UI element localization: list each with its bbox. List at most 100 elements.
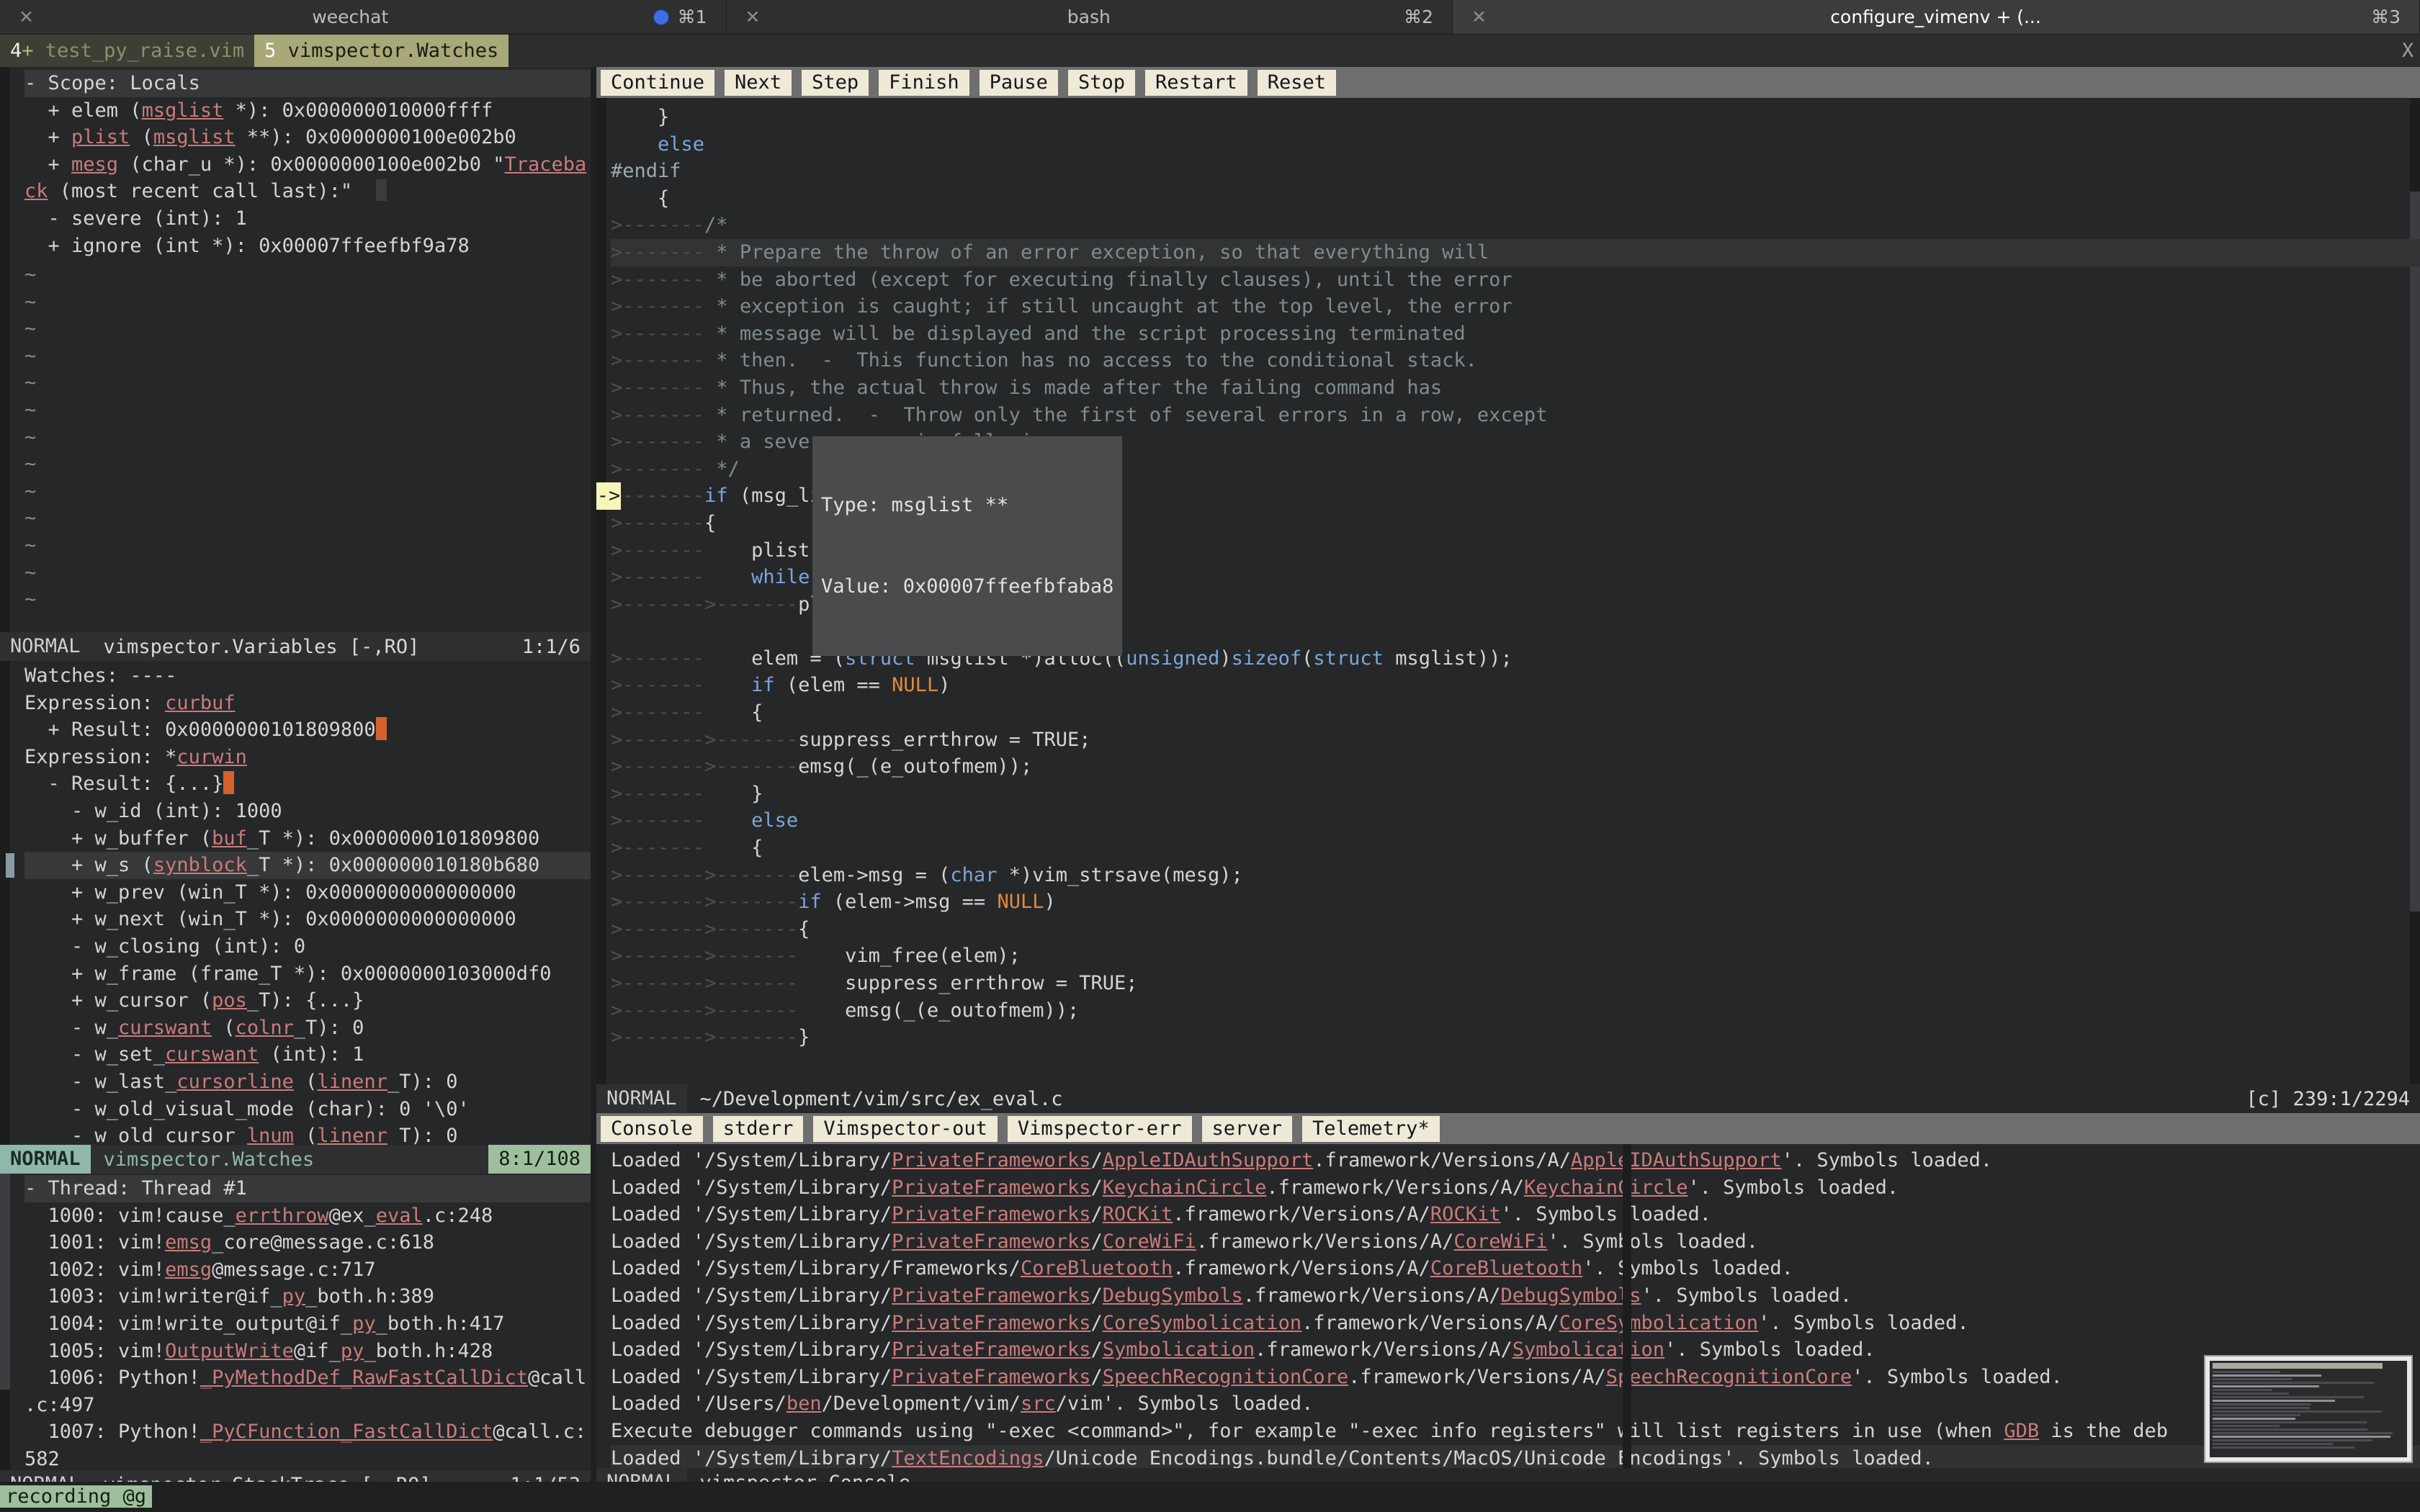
watch-row[interactable]: + w_next (win_T *): 0x0000000000000000 [24, 906, 591, 933]
continue-button[interactable]: Continue [601, 70, 714, 96]
source-line[interactable]: #endif [611, 158, 2420, 185]
source-line[interactable]: >------->-------{ [611, 916, 2420, 943]
restart-button[interactable]: Restart [1145, 70, 1247, 96]
step-button[interactable]: Step [802, 70, 869, 96]
source-line[interactable]: >------- * be aborted (except for execut… [611, 266, 2420, 294]
variable-row[interactable]: + mesg (char_u *): 0x0000000100e002b0 "T… [24, 151, 591, 179]
close-icon[interactable]: ✕ [745, 6, 774, 27]
source-line[interactable]: >------->-------} [611, 1024, 2420, 1051]
source-line[interactable]: >------- if (elem == NULL) [611, 672, 2420, 699]
watch-row[interactable]: + w_buffer (buf_T *): 0x0000000101809800 [24, 825, 591, 852]
watch-row[interactable]: + w_frame (frame_T *): 0x0000000103000df… [24, 960, 591, 988]
watch-row[interactable]: - w_set_curswant (int): 1 [24, 1041, 591, 1068]
terminal-tab-1[interactable]: ✕ bash ⌘2 [727, 0, 1453, 34]
stackframe-row[interactable]: 1000: vim!cause_errthrow@ex_eval.c:248 [24, 1202, 591, 1230]
vim-tab-2[interactable]: 5 vimspector.Watches [254, 35, 508, 67]
watch-row[interactable]: Watches: ---- [24, 662, 591, 690]
source-line[interactable]: { [611, 185, 2420, 212]
watch-row[interactable]: + w_s (synblock_T *): 0x000000010180b680 [24, 852, 591, 879]
source-line[interactable]: >------->------- vim_free(elem); [611, 942, 2420, 970]
stackframe-row[interactable]: - Thread: Thread #1 [24, 1175, 591, 1202]
stackframe-row[interactable]: 1002: vim!emsg@message.c:717 [24, 1256, 591, 1284]
watch-row[interactable]: - Result: {...} [24, 770, 591, 798]
watch-row[interactable]: Expression: *curwin [24, 744, 591, 771]
variable-row[interactable]: ck (most recent call last):" [24, 178, 591, 205]
vim-tab-1[interactable]: 4+ test_py_raise.vim [0, 35, 254, 67]
stackframe-row[interactable]: 1005: vim!OutputWrite@if_py_both.h:428 [24, 1338, 591, 1365]
source-line[interactable]: >------->-------if (elem->msg == NULL) [611, 888, 2420, 916]
stop-button[interactable]: Stop [1068, 70, 1135, 96]
variables-panel[interactable]: - Scope: Locals + elem (msglist *): 0x00… [0, 67, 591, 632]
variable-row[interactable]: - severe (int): 1 [24, 205, 591, 233]
source-line[interactable]: >------- * then. - This function has no … [611, 347, 2420, 374]
next-button[interactable]: Next [725, 70, 792, 96]
watch-row[interactable]: + Result: 0x0000000101809800 [24, 716, 591, 744]
stacktrace-panel[interactable]: - Thread: Thread #1 1000: vim!cause_errt… [0, 1174, 591, 1470]
source-line[interactable]: } [611, 104, 2420, 131]
stacktrace-scroll-thumb[interactable] [0, 1174, 10, 1390]
console-tab-vimspector-err[interactable]: Vimspector-err [1008, 1116, 1192, 1142]
source-line[interactable]: >------- * returned. - Throw only the fi… [611, 402, 2420, 429]
terminal-tab-2[interactable]: ✕ configure_vimenv + (... ⌘3 [1453, 0, 2420, 34]
source-line[interactable]: >------->-------emsg(_(e_outofmem)); [611, 753, 2420, 780]
source-line[interactable]: >------->------- emsg(_(e_outofmem)); [611, 997, 2420, 1025]
finish-button[interactable]: Finish [879, 70, 969, 96]
close-icon[interactable]: ✕ [1471, 6, 1500, 27]
watch-row[interactable]: - w_id (int): 1000 [24, 798, 591, 825]
text-span: - w_last_ [24, 1071, 176, 1093]
console-tab-server[interactable]: server [1202, 1116, 1293, 1142]
stackframe-row[interactable]: 1004: vim!write_output@if_py_both.h:417 [24, 1310, 591, 1338]
stackframe-row[interactable]: 1001: vim!emsg_core@message.c:618 [24, 1229, 591, 1256]
stackframe-row[interactable]: 582 [24, 1446, 591, 1470]
watch-row[interactable]: - w_last_cursorline (linenr_T): 0 [24, 1068, 591, 1096]
source-line[interactable]: >------->-------suppress_errthrow = TRUE… [611, 726, 2420, 754]
watches-scrollbar[interactable] [0, 661, 10, 1145]
reset-button[interactable]: Reset [1258, 70, 1336, 96]
pause-button[interactable]: Pause [980, 70, 1058, 96]
code-scrollbar[interactable] [596, 98, 606, 1084]
watch-row[interactable]: Expression: curbuf [24, 690, 591, 717]
watch-row[interactable]: - w_closing (int): 0 [24, 933, 591, 960]
variable-row[interactable]: - Scope: Locals [24, 70, 591, 97]
tabline-close-button[interactable]: X [2396, 35, 2420, 67]
variables-scrollbar[interactable] [0, 67, 10, 632]
console-scroll-thumb[interactable] [1623, 1144, 1631, 1468]
stackframe-row[interactable]: 1007: Python!_PyCFunction_FastCallDict@c… [24, 1418, 591, 1446]
source-line[interactable]: >------- else [611, 807, 2420, 834]
source-line[interactable]: >------- { [611, 699, 2420, 726]
watch-row[interactable]: + w_cursor (pos_T): {...} [24, 987, 591, 1014]
console-tab-console[interactable]: Console [601, 1116, 703, 1142]
close-icon[interactable]: ✕ [19, 6, 48, 27]
variable-row[interactable]: + plist (msglist **): 0x0000000100e002b0 [24, 124, 591, 151]
source-line[interactable]: >------- } [611, 780, 2420, 808]
text-span: .framework/Versions/A/ [1243, 1284, 1501, 1307]
source-line[interactable]: >------- * message will be displayed and… [611, 320, 2420, 348]
source-line[interactable]: >------- * Thus, the actual throw is mad… [611, 374, 2420, 402]
watches-panel[interactable]: Watches: ---- Expression: curbuf + Result… [0, 661, 591, 1145]
source-line[interactable]: >------- * Prepare the throw of an error… [611, 239, 2420, 266]
watch-row[interactable]: - w_curswant (colnr_T): 0 [24, 1014, 591, 1042]
console-tab-vimspector-out[interactable]: Vimspector-out [813, 1116, 998, 1142]
source-line[interactable]: >------->------- suppress_errthrow = TRU… [611, 970, 2420, 997]
variable-row[interactable]: + ignore (int *): 0x00007ffeefbf9a78 [24, 233, 591, 260]
watch-row[interactable]: - w_old_visual_mode (char): 0 '\0' [24, 1096, 591, 1123]
source-line[interactable]: >------- { [611, 834, 2420, 862]
console-panel[interactable]: Loaded '/System/Library/PrivateFramework… [596, 1144, 2420, 1468]
source-line[interactable]: >------->-------elem->msg = (char *)vim_… [611, 862, 2420, 889]
variable-row[interactable]: + elem (msglist *): 0x000000010000ffff [24, 97, 591, 125]
source-code-panel[interactable]: } else #endif {>-------/* >------- * Prepa… [596, 98, 2420, 1084]
stackframe-row[interactable]: 1003: vim!writer@if_py_both.h:389 [24, 1283, 591, 1310]
source-line[interactable]: >-------/* [611, 212, 2420, 239]
watch-row[interactable]: - w_old_cursor_lnum (linenr_T): 0 [24, 1122, 591, 1145]
source-line[interactable]: else [611, 131, 2420, 158]
console-tab-stderr[interactable]: stderr [713, 1116, 804, 1142]
terminal-tab-0[interactable]: ✕ weechat ⌘1 [0, 0, 727, 34]
terminal-tab-bar: ✕ weechat ⌘1 ✕ bash ⌘2 ✕ configure_vimenv + (..… [0, 0, 2420, 35]
watch-row[interactable]: + w_prev (win_T *): 0x0000000000000000 [24, 879, 591, 906]
source-line[interactable]: >------- * exception is caught; if still… [611, 293, 2420, 320]
console-tab-telemetry-[interactable]: Telemetry* [1302, 1116, 1440, 1142]
stackframe-row[interactable]: 1006: Python!_PyMethodDef_RawFastCallDic… [24, 1364, 591, 1392]
stackframe-row[interactable]: .c:497 [24, 1392, 591, 1419]
window-thumbnail-preview[interactable] [2204, 1355, 2413, 1463]
thumbnail-line [2213, 1443, 2333, 1445]
